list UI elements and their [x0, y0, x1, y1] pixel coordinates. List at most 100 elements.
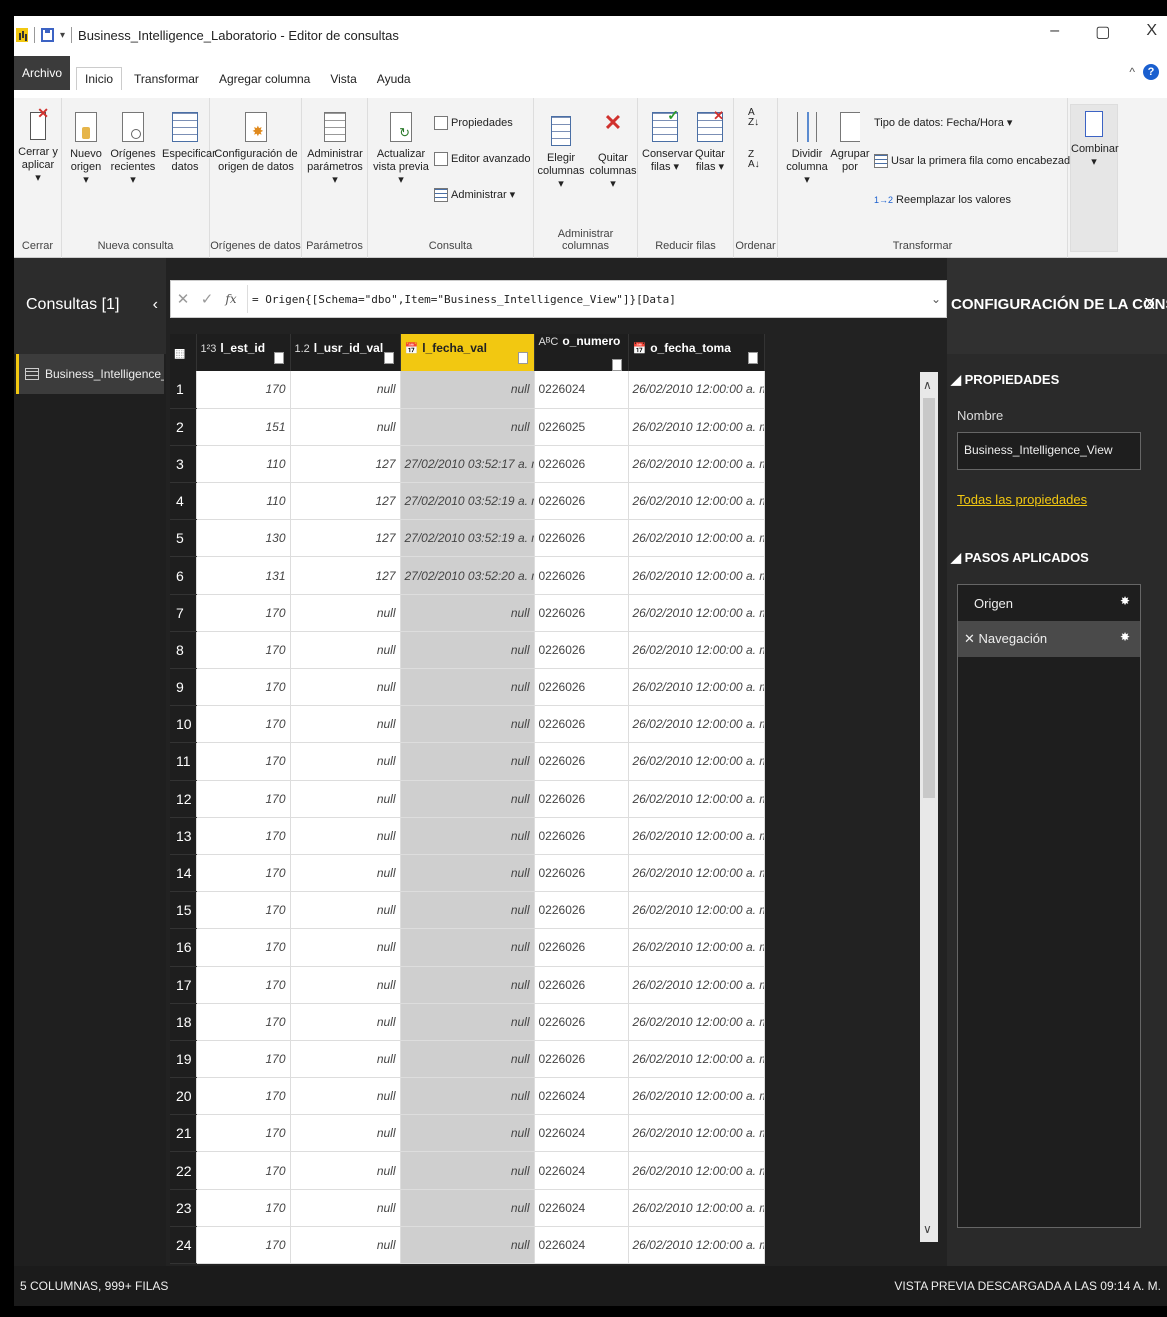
row-number[interactable]: 3 [170, 445, 197, 484]
cell-numero[interactable]: 0226024 [534, 1189, 629, 1227]
cell-fecha-toma[interactable]: 26/02/2010 12:00:00 a. m. [628, 1189, 765, 1227]
close-apply-button[interactable]: ✕ Cerrar y aplicar ▾ [18, 106, 58, 185]
cell-fecha-val[interactable]: null [400, 854, 535, 893]
formula-input[interactable]: = Origen{[Schema="dbo",Item="Business_In… [252, 293, 926, 306]
cell-numero[interactable]: 0226026 [534, 594, 629, 632]
filter-dropdown-icon[interactable] [747, 352, 758, 364]
cell-usr-id-val[interactable]: null [290, 668, 401, 707]
cell-usr-id-val[interactable]: null [290, 705, 401, 744]
row-number[interactable]: 15 [170, 891, 197, 930]
cell-fecha-val[interactable]: null [400, 1114, 535, 1153]
manage-parameters-button[interactable]: Administrar parámetros ▾ [306, 112, 364, 187]
cell-numero[interactable]: 0226026 [534, 1003, 629, 1041]
split-column-button[interactable]: Dividir columna ▾ [784, 112, 830, 187]
keep-rows-button[interactable]: ✓ Conservar filas ▾ [642, 108, 693, 174]
data-type-dropdown[interactable]: Tipo de datos: Fecha/Hora ▾ [874, 116, 1012, 129]
cell-fecha-toma[interactable]: 26/02/2010 12:00:00 a. m. [628, 594, 765, 632]
cell-usr-id-val[interactable]: 127 [290, 519, 401, 558]
collapse-queries-icon[interactable]: ‹ [153, 296, 158, 314]
cell-fecha-toma[interactable]: 26/02/2010 12:00:00 a. m. [628, 408, 765, 446]
cell-usr-id-val[interactable]: null [290, 1151, 401, 1190]
cell-numero[interactable]: 0226026 [534, 1040, 629, 1079]
row-number[interactable]: 16 [170, 928, 197, 967]
cell-usr-id-val[interactable]: 127 [290, 556, 401, 595]
tab-transformar[interactable]: Transformar [126, 68, 207, 90]
column-header[interactable]: 📅 o_fecha_toma [628, 334, 765, 371]
cell-fecha-val[interactable]: null [400, 742, 535, 781]
column-header[interactable]: 1²3 l_est_id [196, 334, 291, 371]
scrollbar-thumb[interactable] [923, 398, 935, 798]
select-all-icon[interactable]: ▦ [170, 334, 197, 371]
cell-fecha-val[interactable]: null [400, 1226, 535, 1265]
cell-fecha-val[interactable]: null [400, 817, 535, 855]
cell-est-id[interactable]: 151 [196, 408, 291, 446]
all-properties-link[interactable]: Todas las propiedades [957, 492, 1087, 507]
row-number[interactable]: 1 [170, 371, 197, 409]
cell-usr-id-val[interactable]: null [290, 854, 401, 893]
properties-button[interactable]: Propiedades [434, 116, 513, 130]
cancel-formula-icon[interactable]: ✕ [171, 290, 195, 308]
row-number[interactable]: 9 [170, 668, 197, 707]
row-number[interactable]: 18 [170, 1003, 197, 1041]
maximize-button[interactable]: ▢ [1095, 22, 1110, 42]
cell-fecha-toma[interactable]: 26/02/2010 12:00:00 a. m. [628, 1151, 765, 1190]
cell-est-id[interactable]: 170 [196, 1077, 291, 1116]
cell-fecha-val[interactable]: null [400, 1151, 535, 1190]
sort-ascending-icon[interactable]: A Z↓ [748, 108, 759, 128]
cell-numero[interactable]: 0226026 [534, 854, 629, 893]
cell-usr-id-val[interactable]: null [290, 891, 401, 930]
filter-dropdown-icon[interactable] [611, 359, 622, 371]
row-number[interactable]: 20 [170, 1077, 197, 1116]
cell-fecha-toma[interactable]: 26/02/2010 12:00:00 a. m. [628, 891, 765, 930]
cell-usr-id-val[interactable]: null [290, 742, 401, 781]
cell-est-id[interactable]: 170 [196, 928, 291, 967]
sort-descending-icon[interactable]: Z A↓ [748, 150, 760, 170]
cell-numero[interactable]: 0226024 [534, 1151, 629, 1190]
manage-button[interactable]: Administrar ▾ [434, 188, 515, 203]
cell-fecha-val[interactable]: 27/02/2010 03:52:20 a. m. [400, 556, 535, 595]
cell-fecha-toma[interactable]: 26/02/2010 12:00:00 a. m. [628, 556, 765, 595]
cell-fecha-toma[interactable]: 26/02/2010 12:00:00 a. m. [628, 1114, 765, 1153]
cell-usr-id-val[interactable]: null [290, 780, 401, 818]
properties-section-title[interactable]: ◢ PROPIEDADES [951, 372, 1059, 388]
group-by-button[interactable]: Agrupar por [830, 112, 870, 174]
refresh-preview-button[interactable]: ↻ Actualizar vista previa ▾ [372, 112, 430, 187]
cell-numero[interactable]: 0226026 [534, 668, 629, 707]
cell-est-id[interactable]: 130 [196, 519, 291, 558]
cell-usr-id-val[interactable]: null [290, 1077, 401, 1116]
tab-agregar-columna[interactable]: Agregar columna [211, 68, 318, 90]
filter-dropdown-icon[interactable] [273, 352, 284, 364]
row-number[interactable]: 22 [170, 1151, 197, 1190]
cell-fecha-toma[interactable]: 26/02/2010 12:00:00 a. m. [628, 854, 765, 893]
recent-sources-button[interactable]: Orígenes recientes ▾ [110, 112, 156, 187]
tab-vista[interactable]: Vista [322, 68, 364, 90]
minimize-button[interactable]: – [1050, 22, 1059, 42]
cell-fecha-toma[interactable]: 26/02/2010 12:00:00 a. m. [628, 519, 765, 558]
new-source-button[interactable]: Nuevo origen ▾ [68, 112, 104, 187]
cell-est-id[interactable]: 170 [196, 594, 291, 632]
cell-fecha-toma[interactable]: 26/02/2010 12:00:00 a. m. [628, 742, 765, 781]
close-button[interactable]: X [1146, 22, 1157, 42]
cell-fecha-val[interactable]: null [400, 408, 535, 446]
cell-fecha-val[interactable]: null [400, 668, 535, 707]
collapse-ribbon-icon[interactable]: ^ [1129, 65, 1135, 79]
gear-icon[interactable]: ✸ [1120, 631, 1132, 643]
close-settings-button[interactable]: X [1144, 296, 1155, 314]
cell-numero[interactable]: 0226026 [534, 631, 629, 670]
cell-numero[interactable]: 0226026 [534, 928, 629, 967]
remove-columns-button[interactable]: ✕ Quitar columnas ▾ [588, 112, 638, 191]
cell-fecha-val[interactable]: null [400, 594, 535, 632]
cell-est-id[interactable]: 131 [196, 556, 291, 595]
cell-fecha-toma[interactable]: 26/02/2010 12:00:00 a. m. [628, 445, 765, 484]
cell-est-id[interactable]: 170 [196, 1151, 291, 1190]
cell-fecha-val[interactable]: null [400, 705, 535, 744]
cell-fecha-toma[interactable]: 26/02/2010 12:00:00 a. m. [628, 1077, 765, 1116]
cell-usr-id-val[interactable]: null [290, 371, 401, 409]
row-number[interactable]: 5 [170, 519, 197, 558]
data-source-settings-button[interactable]: ✸ Configuración de origen de datos [214, 112, 298, 174]
cell-fecha-val[interactable]: 27/02/2010 03:52:17 a. m. [400, 445, 535, 484]
cell-fecha-val[interactable]: null [400, 371, 535, 409]
cell-fecha-toma[interactable]: 26/02/2010 12:00:00 a. m. [628, 371, 765, 409]
cell-est-id[interactable]: 170 [196, 966, 291, 1004]
cell-numero[interactable]: 0226026 [534, 556, 629, 595]
